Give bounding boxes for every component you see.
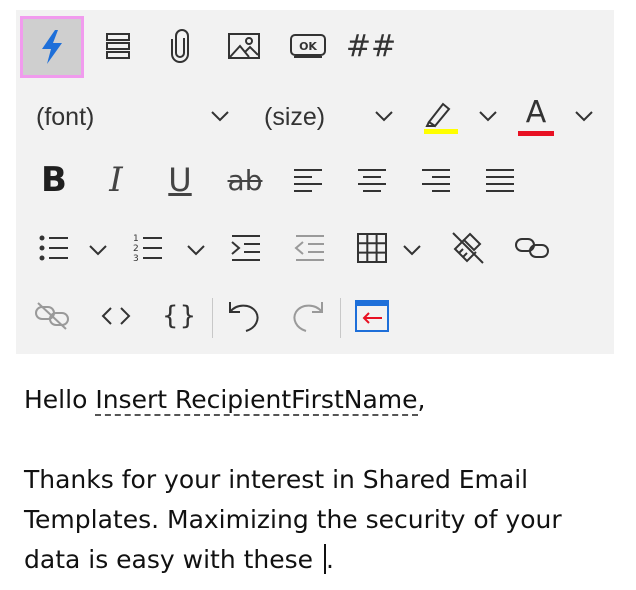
- increase-indent-icon: [231, 235, 260, 261]
- align-left-icon: [294, 169, 322, 192]
- align-right-button[interactable]: [414, 158, 458, 202]
- body-text: Thanks for your interest in Shared Email…: [24, 465, 562, 574]
- size-dropdown-label: (size): [264, 103, 326, 131]
- stacked-lines-icon: [106, 33, 130, 59]
- insert-link-button[interactable]: [510, 226, 554, 270]
- size-dropdown[interactable]: [366, 98, 402, 134]
- body-paragraph: Thanks for your interest in Shared Email…: [24, 460, 604, 580]
- bold-button[interactable]: B: [32, 158, 76, 202]
- lightning-icon: [42, 30, 62, 64]
- link-icon: [515, 238, 549, 258]
- chevron-down-icon: [89, 245, 107, 256]
- attach-button[interactable]: [158, 24, 202, 68]
- font-color-dropdown[interactable]: [568, 98, 600, 134]
- toolbar-separator: [212, 298, 213, 338]
- chevron-down-icon: [575, 111, 593, 122]
- toolbar-separator: [340, 298, 341, 338]
- svg-text:3: 3: [133, 254, 139, 264]
- exit-window-icon: [355, 300, 389, 332]
- email-editor[interactable]: Hello Insert RecipientFirstName, Thanks …: [24, 380, 604, 580]
- insert-image-button[interactable]: [222, 24, 266, 68]
- underline-button[interactable]: U: [158, 158, 202, 202]
- redo-icon: [293, 302, 323, 332]
- hash-label: ##: [345, 28, 397, 64]
- font-color-swatch: [518, 130, 554, 136]
- clear-format-brush-icon: [452, 232, 484, 264]
- justify-button[interactable]: [478, 158, 522, 202]
- body-end: .: [326, 545, 334, 574]
- braces-button[interactable]: {}: [158, 294, 202, 338]
- highlight-color-dropdown[interactable]: [472, 98, 504, 134]
- exit-button[interactable]: [350, 294, 394, 338]
- highlighter-icon: [424, 102, 458, 134]
- table-dropdown[interactable]: [396, 232, 428, 268]
- greeting-suffix: ,: [417, 385, 426, 414]
- font-dropdown-label: (font): [36, 103, 95, 131]
- remove-link-button[interactable]: [30, 294, 74, 338]
- align-right-icon: [422, 169, 450, 192]
- paperclip-icon: [171, 29, 189, 63]
- list-layout-button[interactable]: [96, 24, 140, 68]
- clear-formatting-button[interactable]: [446, 224, 490, 272]
- align-center-button[interactable]: [350, 158, 394, 202]
- decrease-indent-button[interactable]: [288, 226, 332, 270]
- image-icon: [228, 33, 260, 59]
- unlink-icon: [35, 302, 69, 330]
- source-code-button[interactable]: [94, 294, 138, 338]
- strikethrough-button[interactable]: ab: [222, 158, 268, 202]
- bulleted-list-button[interactable]: [32, 226, 76, 270]
- numbered-list-dropdown[interactable]: [180, 232, 212, 268]
- align-center-icon: [358, 169, 386, 192]
- quick-action-button[interactable]: [20, 16, 84, 78]
- insert-button-button[interactable]: OK: [286, 24, 330, 68]
- decrease-indent-icon: [294, 235, 324, 261]
- braces-label: {}: [162, 301, 198, 331]
- greeting-line: Hello Insert RecipientFirstName,: [24, 380, 604, 420]
- ok-button-icon: OK: [290, 34, 326, 58]
- justify-icon: [486, 169, 514, 192]
- italic-button[interactable]: I: [94, 158, 138, 202]
- redo-button[interactable]: [286, 294, 330, 338]
- chevron-down-icon: [479, 111, 497, 122]
- font-color-button[interactable]: A: [514, 92, 558, 140]
- bullet-list-icon: [39, 235, 68, 261]
- chevron-down-icon: [187, 245, 205, 256]
- bulleted-list-dropdown[interactable]: [82, 232, 114, 268]
- undo-icon: [229, 302, 259, 332]
- increase-indent-button[interactable]: [224, 226, 268, 270]
- table-icon: [357, 233, 387, 263]
- svg-text:2: 2: [133, 244, 139, 254]
- insert-table-button[interactable]: [350, 226, 394, 270]
- font-dropdown[interactable]: [202, 98, 238, 134]
- chevron-down-icon: [403, 245, 421, 256]
- font-color-label: A: [525, 94, 547, 130]
- recipient-name-macro[interactable]: Insert RecipientFirstName: [95, 385, 418, 416]
- undo-button[interactable]: [222, 294, 266, 338]
- greeting-prefix: Hello: [24, 385, 96, 414]
- ok-label: OK: [299, 40, 317, 53]
- chevron-down-icon: [211, 111, 229, 122]
- chevron-down-icon: [375, 111, 393, 122]
- numbered-list-button[interactable]: 123: [126, 226, 170, 270]
- formatting-toolbar: OK ## (font) (size) A B I U ab 1 2 3 {}: [16, 10, 614, 354]
- insert-macro-button[interactable]: ##: [345, 24, 397, 68]
- align-left-button[interactable]: [286, 158, 330, 202]
- highlight-button[interactable]: [418, 94, 462, 138]
- svg-text:1: 1: [133, 234, 139, 244]
- numbered-list-icon: 123: [133, 234, 162, 264]
- code-icon: [101, 307, 131, 325]
